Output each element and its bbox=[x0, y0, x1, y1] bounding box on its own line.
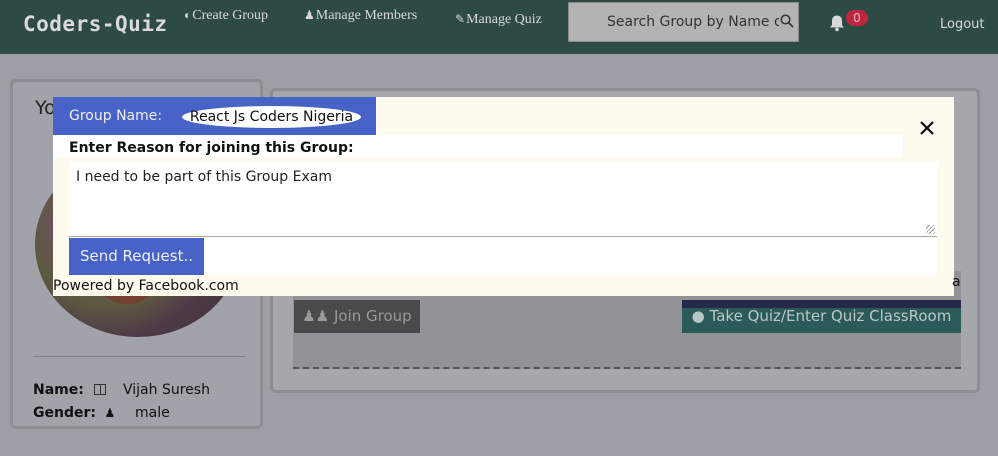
top-navbar: Coders-Quiz ◐Create Group ♟Manage Member… bbox=[0, 0, 998, 54]
nav-manage-quiz[interactable]: ✎Manage Quiz bbox=[455, 12, 542, 28]
logout-link[interactable]: Logout bbox=[940, 17, 985, 32]
search-input[interactable] bbox=[569, 3, 779, 41]
search-icon[interactable] bbox=[780, 14, 794, 28]
button-top-strip bbox=[682, 300, 961, 308]
modal-footer-band bbox=[204, 238, 937, 275]
nav-manage-members[interactable]: ♟Manage Members bbox=[304, 8, 417, 24]
join-group-label: Join Group bbox=[333, 307, 412, 325]
notification-badge: 0 bbox=[846, 10, 868, 26]
gender-label: Gender: bbox=[33, 405, 96, 421]
group-name-value: React Js Coders Nigeria bbox=[182, 106, 361, 128]
name-value: Vijah Suresh bbox=[123, 382, 210, 398]
person-icon: ♟ bbox=[104, 406, 116, 420]
profile-name-row: Name: Vijah Suresh bbox=[33, 382, 210, 398]
name-label: Name: bbox=[33, 382, 84, 398]
resize-handle[interactable] bbox=[926, 225, 935, 234]
nav-manage-quiz-label: Manage Quiz bbox=[466, 12, 542, 27]
send-request-button[interactable]: Send Request.. bbox=[69, 238, 204, 275]
powered-by-text: Powered by Facebook.com bbox=[53, 278, 239, 294]
pencil-icon: ✎ bbox=[455, 12, 466, 26]
user-icon: ♟ bbox=[304, 8, 315, 22]
group-card-edge-text: a bbox=[952, 274, 961, 290]
search-box bbox=[568, 2, 799, 42]
comment-icon: ● bbox=[691, 307, 705, 325]
users-icon: ♟♟ bbox=[302, 307, 330, 325]
nav-create-group[interactable]: ◐Create Group bbox=[184, 8, 268, 24]
join-group-modal: Group Name: React Js Coders Nigeria Ente… bbox=[53, 97, 954, 296]
take-quiz-label: Take Quiz/Enter Quiz ClassRoom bbox=[709, 307, 952, 325]
nav-create-group-label: Create Group bbox=[192, 8, 269, 23]
nav-manage-members-label: Manage Members bbox=[315, 8, 418, 23]
group-name-label: Group Name: bbox=[69, 108, 163, 124]
modal-header: Group Name: React Js Coders Nigeria bbox=[53, 97, 376, 135]
profile-divider bbox=[33, 356, 245, 357]
gender-value: male bbox=[135, 405, 170, 421]
profile-gender-row: Gender: ♟ male bbox=[33, 405, 170, 421]
bell-icon[interactable] bbox=[828, 14, 846, 32]
close-icon[interactable] bbox=[919, 120, 935, 136]
reason-label: Enter Reason for joining this Group: bbox=[69, 140, 354, 156]
globe-icon: ◐ bbox=[184, 8, 192, 22]
join-group-button[interactable]: ♟♟ Join Group bbox=[294, 300, 420, 333]
brand-logo[interactable]: Coders-Quiz bbox=[23, 12, 168, 36]
reason-textarea[interactable] bbox=[69, 161, 937, 237]
id-card-icon bbox=[94, 384, 107, 395]
